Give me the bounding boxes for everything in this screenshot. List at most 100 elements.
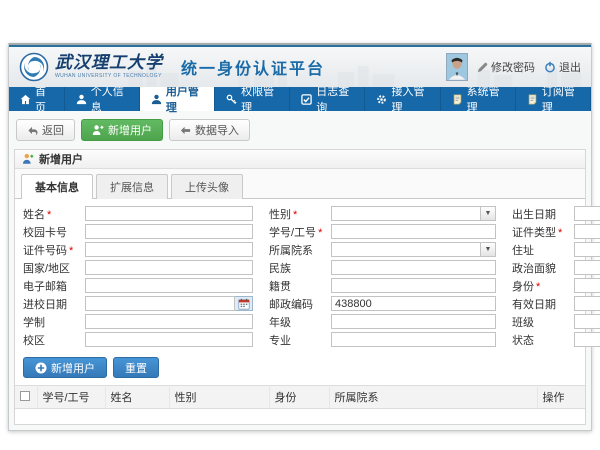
- status-field[interactable]: [574, 332, 600, 347]
- tab-extended-info[interactable]: 扩展信息: [96, 174, 168, 199]
- entry-date-calendar-button[interactable]: [235, 296, 253, 311]
- student-id-form-cell: 学号/工号*: [269, 224, 508, 239]
- native-place-field[interactable]: [331, 278, 496, 293]
- country-region-field[interactable]: [85, 260, 253, 275]
- status-form-cell: 状态: [512, 332, 600, 347]
- submit-add-user-button[interactable]: 新增用户: [23, 357, 107, 378]
- user-icon: [151, 94, 162, 105]
- gender-field[interactable]: [331, 206, 481, 221]
- back-label: 返回: [42, 122, 64, 138]
- nav-item-log-query[interactable]: 日志查询: [290, 87, 365, 111]
- empty-table-row: [15, 409, 585, 424]
- nav-item-subscription-mgmt[interactable]: 订阅管理: [516, 87, 591, 111]
- id-number-label: 证件号码*: [23, 242, 85, 258]
- native-place-label: 籍贯: [269, 278, 331, 294]
- tab-bar: 基本信息扩展信息上传头像: [15, 169, 585, 199]
- native-place-form-cell: 籍贯: [269, 278, 508, 293]
- brand-block: 武汉理工大学 WUHAN UNIVERSITY OF TECHNOLOGY 统一…: [19, 52, 325, 82]
- col-header-student-id: 学号/工号: [37, 386, 105, 409]
- data-import-button[interactable]: 数据导入: [169, 119, 250, 141]
- id-number-field[interactable]: [85, 242, 253, 257]
- nav-item-profile[interactable]: 个人信息: [65, 87, 140, 111]
- col-header-department: 所属院系: [329, 386, 537, 409]
- app-window: 武汉理工大学 WUHAN UNIVERSITY OF TECHNOLOGY 统一…: [8, 43, 592, 431]
- education-length-field[interactable]: [85, 314, 253, 329]
- postal-code-field[interactable]: [331, 296, 496, 311]
- email-field[interactable]: [85, 278, 253, 293]
- country-region-label: 国家/地区: [23, 260, 85, 276]
- reset-button[interactable]: 重置: [113, 357, 159, 378]
- department-form-cell: 所属院系▼: [269, 242, 508, 257]
- gender-label: 性别*: [269, 206, 331, 222]
- name-label: 姓名*: [23, 206, 85, 222]
- back-button[interactable]: 返回: [16, 119, 75, 141]
- university-name-en: WUHAN UNIVERSITY OF TECHNOLOGY: [55, 74, 163, 79]
- valid-date-label: 有效日期: [512, 296, 574, 312]
- postal-code-label: 邮政编码: [269, 296, 331, 312]
- change-password-label: 修改密码: [491, 59, 535, 75]
- major-input-wrap: [331, 332, 496, 347]
- valid-date-field[interactable]: [574, 296, 600, 311]
- change-password-link[interactable]: 修改密码: [477, 59, 535, 75]
- education-length-form-cell: 学制: [23, 314, 265, 329]
- department-field[interactable]: [331, 242, 481, 257]
- department-dropdown-button[interactable]: ▼: [481, 242, 496, 257]
- add-user-toolbar-button[interactable]: 新增用户: [81, 119, 163, 141]
- political-status-form-cell: 政治面貌: [512, 260, 600, 275]
- entry-date-field[interactable]: [85, 296, 235, 311]
- class-form-cell: 班级: [512, 314, 600, 329]
- add-user-panel: 新增用户 基本信息扩展信息上传头像 姓名*性别*▼出生日期校园卡号学号/工号*证…: [14, 149, 586, 425]
- identity-input-wrap: [574, 278, 600, 293]
- tab-upload-avatar[interactable]: 上传头像: [171, 174, 243, 199]
- pencil-icon: [477, 62, 488, 73]
- campus-card-field[interactable]: [85, 224, 253, 239]
- birth-date-input-wrap: [574, 206, 600, 221]
- country-region-form-cell: 国家/地区: [23, 260, 265, 275]
- ethnicity-field[interactable]: [331, 260, 496, 275]
- gender-dropdown-button[interactable]: ▼: [481, 206, 496, 221]
- tab-basic-info[interactable]: 基本信息: [21, 174, 93, 199]
- major-field[interactable]: [331, 332, 496, 347]
- identity-field[interactable]: [574, 278, 600, 293]
- id-type-form-cell: 证件类型*: [512, 224, 600, 239]
- birth-date-form-cell: 出生日期: [512, 206, 600, 221]
- nav-item-access-mgmt[interactable]: 接入管理: [365, 87, 440, 111]
- address-label: 住址: [512, 242, 574, 258]
- campus-form-cell: 校区: [23, 332, 265, 347]
- birth-date-label: 出生日期: [512, 206, 574, 222]
- ethnicity-form-cell: 民族: [269, 260, 508, 275]
- nav-item-user-mgmt[interactable]: 用户管理: [140, 87, 215, 111]
- nav-item-label: 订阅管理: [542, 83, 579, 115]
- political-status-field[interactable]: [574, 260, 600, 275]
- book-icon: [527, 94, 538, 105]
- political-status-label: 政治面貌: [512, 260, 574, 276]
- class-input-wrap: [574, 314, 600, 329]
- name-field[interactable]: [85, 206, 253, 221]
- col-header-name: 姓名: [105, 386, 169, 409]
- grade-field[interactable]: [331, 314, 496, 329]
- submit-add-user-label: 新增用户: [51, 360, 95, 376]
- select-all-checkbox[interactable]: [20, 391, 30, 401]
- class-field[interactable]: [574, 314, 600, 329]
- book-icon: [452, 94, 463, 105]
- nav-item-label: 用户管理: [166, 83, 203, 115]
- nav-item-system-mgmt[interactable]: 系统管理: [441, 87, 516, 111]
- birth-date-field[interactable]: [574, 206, 600, 221]
- email-label: 电子邮箱: [23, 278, 85, 294]
- postal-code-form-cell: 邮政编码: [269, 296, 508, 311]
- campus-field[interactable]: [85, 332, 253, 347]
- logout-link[interactable]: 退出: [544, 59, 581, 75]
- major-form-cell: 专业: [269, 332, 508, 347]
- add-user-section-icon: [22, 153, 34, 165]
- id-type-field[interactable]: [574, 224, 600, 239]
- political-status-input-wrap: [574, 260, 600, 275]
- university-name-cn: 武汉理工大学: [55, 55, 163, 72]
- nav-item-home[interactable]: 首页: [9, 87, 65, 111]
- education-length-input-wrap: [85, 314, 253, 329]
- content-area: 返回 新增用户 数据导入: [9, 111, 591, 430]
- nav-item-label: 权限管理: [241, 83, 278, 115]
- add-user-toolbar-label: 新增用户: [108, 122, 152, 138]
- student-id-field[interactable]: [331, 224, 496, 239]
- nav-item-permission-mgmt[interactable]: 权限管理: [215, 87, 290, 111]
- address-field[interactable]: [574, 242, 600, 257]
